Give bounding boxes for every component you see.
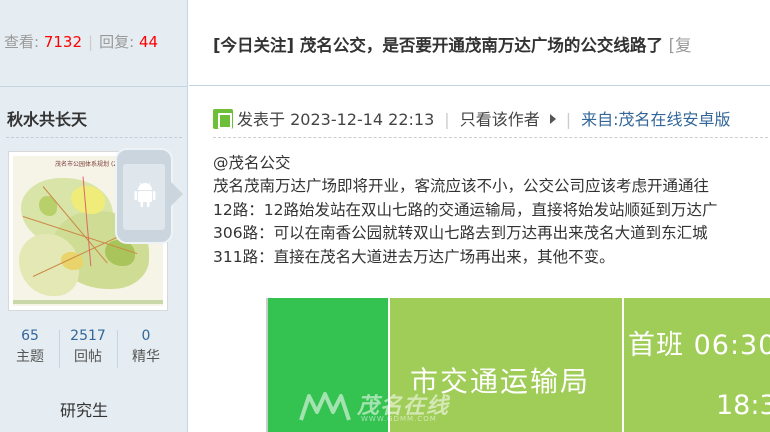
post-meta: 发表于 2023-12-14 22:13 | 只看该作者 | 来自:茂名在线安卓版 <box>213 106 731 130</box>
only-author-link[interactable]: 只看该作者 <box>460 110 540 129</box>
android-client-badge <box>115 148 173 244</box>
posted-time: 2023-12-14 22:13 <box>290 110 435 129</box>
topics-label: 主题 <box>16 349 44 365</box>
meta-divider <box>213 137 770 138</box>
post-line: 311路：直接在茂名大道进去万达广场再出来，其他不变。 <box>213 247 615 266</box>
topics-value: 65 <box>21 328 39 344</box>
watermark-logo-icon <box>299 392 351 421</box>
author-rank: 研究生 <box>60 401 109 420</box>
author-digest[interactable]: 0 精华 <box>117 326 175 368</box>
stats-separator: | <box>88 33 94 51</box>
sign-first-bus: 首班 06:30 <box>628 330 770 361</box>
sign-last-bus: 18:3 <box>716 390 770 421</box>
author-divider <box>6 137 182 138</box>
post-body: @茂名公交 茂名茂南万达广场即将开业，客流应该不小，公交公司应该考虑开通通往 1… <box>213 152 770 269</box>
views-label: 查看: <box>4 33 40 51</box>
forum-thread-page: 查看: 7132 | 回复: 44 秋水共长天 茂名市公园体系规划 (20 65… <box>0 0 770 432</box>
replies-label: 回复: <box>99 33 135 51</box>
thread-title-tail[interactable]: [复 <box>669 36 692 55</box>
posts-value: 2517 <box>70 328 106 344</box>
source-link[interactable]: 来自:茂名在线安卓版 <box>581 110 730 129</box>
author-counts: 65 主题 2517 回帖 0 精华 <box>0 326 188 376</box>
digest-label: 精华 <box>132 349 160 365</box>
meta-separator: | <box>565 110 572 129</box>
posted-label: 发表于 <box>237 110 286 129</box>
author-name-link[interactable]: 秋水共长天 <box>7 106 87 130</box>
post-line: 12路：12路始发站在双山七路的交通运输局，直接将始发站顺延到万达广 <box>213 200 718 219</box>
post-content-area: [今日关注] 茂名公交，是否要开通茂南万达广场的公交线路了 [复 发表于 202… <box>189 0 770 432</box>
views-count: 7132 <box>43 33 83 51</box>
thread-stats: 查看: 7132 | 回复: 44 <box>0 0 188 86</box>
watermark-url: WWW.GDMM.COM <box>361 415 437 423</box>
post-line: @茂名公交 <box>213 154 291 172</box>
sidebar-divider <box>0 86 188 87</box>
meta-separator: | <box>444 110 450 129</box>
author-sidebar: 查看: 7132 | 回复: 44 秋水共长天 茂名市公园体系规划 (20 65… <box>0 0 188 432</box>
thread-title: [今日关注] 茂名公交，是否要开通茂南万达广场的公交线路了 [复 <box>213 32 692 56</box>
badge-pointer <box>171 182 183 206</box>
android-icon <box>134 182 156 207</box>
post-line: 306路：可以在南香公园就转双山七路去到万达再出来茂名大道到东汇城 <box>213 224 708 243</box>
author-topics[interactable]: 65 主题 <box>1 326 59 368</box>
posts-label: 回帖 <box>74 349 102 365</box>
triangle-right-icon <box>549 114 556 124</box>
digest-value: 0 <box>141 328 151 344</box>
post-icon <box>213 109 233 129</box>
post-line: 茂名茂南万达广场即将开业，客流应该不小，公交公司应该考虑开通通往 <box>213 177 710 196</box>
author-posts[interactable]: 2517 回帖 <box>59 326 117 368</box>
replies-count: 44 <box>138 33 159 51</box>
thread-title-text: [今日关注] 茂名公交，是否要开通茂南万达广场的公交线路了 <box>213 36 663 55</box>
thread-title-bar: [今日关注] 茂名公交，是否要开通茂南万达广场的公交线路了 [复 <box>189 0 770 86</box>
